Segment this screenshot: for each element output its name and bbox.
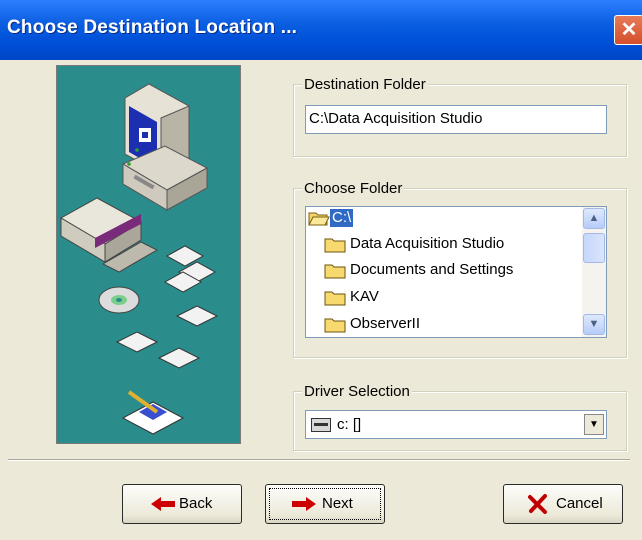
folder-item-label: Data Acquisition Studio bbox=[350, 235, 505, 252]
back-button-label: Back bbox=[179, 495, 213, 512]
folder-item-label: Documents and Settings bbox=[350, 261, 514, 278]
folder-list-scrollbar[interactable]: ▲ ▼ bbox=[582, 207, 606, 337]
folder-item-root[interactable]: C:\ bbox=[306, 207, 581, 229]
next-arrow-icon bbox=[292, 497, 316, 511]
open-folder-icon bbox=[308, 212, 330, 226]
folder-icon bbox=[324, 238, 346, 253]
button-separator bbox=[8, 459, 630, 461]
chevron-up-icon: ▲ bbox=[588, 212, 600, 224]
scroll-thumb[interactable] bbox=[583, 233, 605, 263]
back-button[interactable]: Back bbox=[122, 484, 242, 524]
folder-icon bbox=[324, 318, 346, 333]
folder-icon bbox=[324, 291, 346, 306]
next-button-label: Next bbox=[322, 495, 353, 512]
driver-selection-label: Driver Selection bbox=[302, 383, 412, 401]
next-button[interactable]: Next bbox=[265, 484, 385, 524]
destination-path-field[interactable]: C:\Data Acquisition Studio bbox=[305, 105, 607, 134]
folder-item-label: ObserverII bbox=[350, 315, 421, 332]
folder-icon bbox=[324, 264, 346, 279]
drive-select[interactable]: c: [] ▼ bbox=[305, 410, 607, 439]
drive-dropdown-button[interactable]: ▼ bbox=[584, 414, 604, 435]
chevron-down-icon: ▼ bbox=[588, 318, 600, 330]
folder-item-label: C:\ bbox=[330, 209, 354, 227]
cancel-button-label: Cancel bbox=[556, 495, 603, 512]
scroll-down-button[interactable]: ▼ bbox=[583, 314, 605, 335]
computer-and-disks-icon bbox=[59, 83, 219, 435]
destination-folder-label: Destination Folder bbox=[302, 76, 428, 94]
folder-item-label: KAV bbox=[350, 288, 379, 305]
chevron-down-icon: ▼ bbox=[589, 419, 599, 430]
folder-item-data-acquisition-studio[interactable]: Data Acquisition Studio bbox=[306, 233, 581, 255]
choose-folder-label: Choose Folder bbox=[302, 180, 405, 198]
setup-illustration bbox=[56, 65, 241, 444]
folder-item-observerii[interactable]: ObserverII bbox=[306, 313, 581, 335]
folder-list[interactable]: C:\ Data Acquisition Studio Documents an… bbox=[305, 206, 607, 338]
back-arrow-icon bbox=[151, 497, 175, 511]
close-button[interactable]: ✕ bbox=[614, 15, 642, 45]
drive-icon bbox=[311, 418, 331, 432]
folder-item-documents-and-settings[interactable]: Documents and Settings bbox=[306, 259, 581, 281]
scroll-up-button[interactable]: ▲ bbox=[583, 208, 605, 229]
title-bar: Choose Destination Location ... ✕ bbox=[0, 0, 642, 60]
drive-select-value: c: [] bbox=[337, 416, 362, 433]
cancel-button[interactable]: Cancel bbox=[503, 484, 623, 524]
close-icon: ✕ bbox=[620, 19, 638, 41]
window-title: Choose Destination Location ... bbox=[7, 17, 298, 38]
cancel-x-icon bbox=[528, 494, 547, 514]
folder-item-kav[interactable]: KAV bbox=[306, 286, 581, 308]
